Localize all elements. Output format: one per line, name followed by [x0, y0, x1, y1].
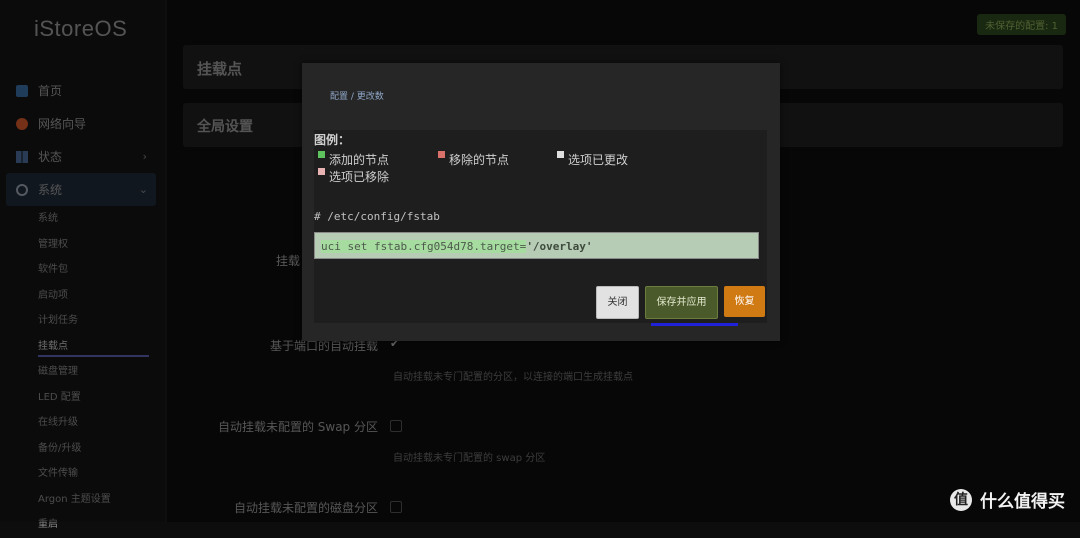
- config-path: # /etc/config/fstab: [314, 210, 440, 223]
- changes-modal: 配置 / 更改数 图例： 添加的节点 移除的节点 选项已更改 选项已移除 # /…: [302, 63, 780, 341]
- legend-option-removed: 选项已移除: [318, 168, 389, 185]
- uci-command: uci set fstab.cfg054d78.target=: [321, 240, 527, 253]
- watermark: 值 什么值得买: [950, 487, 1065, 512]
- annotation-underline: [651, 323, 738, 326]
- watermark-text: 什么值得买: [980, 492, 1065, 512]
- uci-change-line: uci set fstab.cfg054d78.target='/overlay…: [314, 232, 759, 259]
- revert-button[interactable]: 恢复: [724, 286, 765, 317]
- removed-swatch-icon: [438, 151, 445, 158]
- legend-added: 添加的节点: [318, 151, 389, 168]
- legend-title: 图例：: [314, 133, 351, 147]
- close-button[interactable]: 关闭: [596, 286, 639, 319]
- save-apply-button[interactable]: 保存并应用: [645, 286, 718, 319]
- added-swatch-icon: [318, 151, 325, 158]
- uci-value: '/overlay': [526, 240, 593, 253]
- watermark-logo-icon: 值: [950, 488, 972, 511]
- option-removed-swatch-icon: [318, 168, 325, 175]
- modal-breadcrumb: 配置 / 更改数: [330, 92, 384, 102]
- legend-changed: 选项已更改: [557, 151, 628, 168]
- legend-removed: 移除的节点: [438, 151, 509, 168]
- changed-swatch-icon: [557, 151, 564, 158]
